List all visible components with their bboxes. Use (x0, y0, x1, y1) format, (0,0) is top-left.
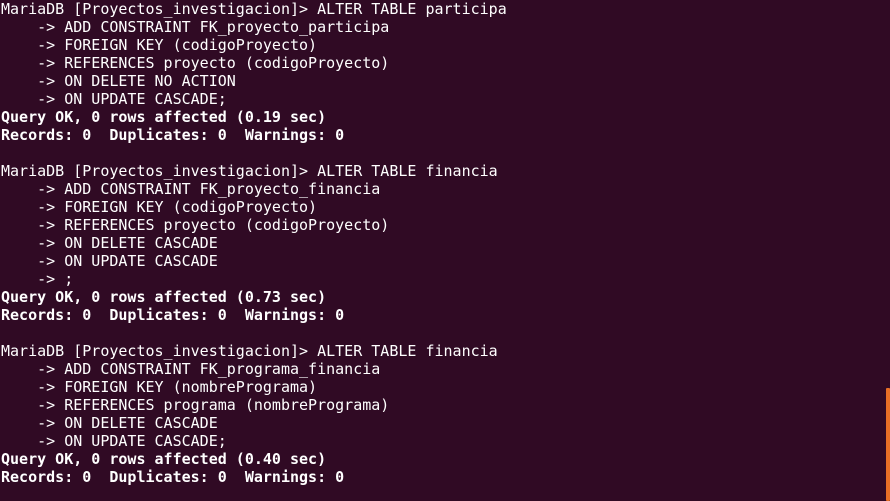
sql-block: MariaDB [Proyectos_investigacion]> ALTER… (0, 0, 884, 144)
sql-block: MariaDB [Proyectos_investigacion]> ALTER… (0, 342, 884, 486)
records-summary: Records: 0 Duplicates: 0 Warnings: 0 (1, 468, 345, 486)
continuation-line: -> ; (1, 270, 74, 288)
query-result: Query OK, 0 rows affected (0.40 sec) (1, 450, 327, 468)
continuation-line: -> ON DELETE NO ACTION (1, 72, 236, 90)
records-summary: Records: 0 Duplicates: 0 Warnings: 0 (1, 126, 345, 144)
continuation-line: -> ON UPDATE CASCADE (1, 252, 218, 270)
query-result: Query OK, 0 rows affected (0.19 sec) (1, 108, 327, 126)
query-result: Query OK, 0 rows affected (0.73 sec) (1, 288, 327, 306)
continuation-line: -> ON DELETE CASCADE (1, 234, 218, 252)
prompt-line: MariaDB [Proyectos_investigacion]> ALTER… (1, 0, 507, 18)
records-summary: Records: 0 Duplicates: 0 Warnings: 0 (1, 306, 345, 324)
sql-block: MariaDB [Proyectos_investigacion]> ALTER… (0, 162, 884, 324)
continuation-line: -> FOREIGN KEY (nombrePrograma) (1, 378, 318, 396)
continuation-line: -> FOREIGN KEY (codigoProyecto) (1, 198, 318, 216)
continuation-line: -> REFERENCES proyecto (codigoProyecto) (1, 216, 390, 234)
continuation-line: -> REFERENCES programa (nombrePrograma) (1, 396, 390, 414)
continuation-line: -> ON UPDATE CASCADE; (1, 90, 227, 108)
continuation-line: -> ADD CONSTRAINT FK_proyecto_financia (1, 180, 381, 198)
continuation-line: -> ON DELETE CASCADE (1, 414, 218, 432)
continuation-line: -> ADD CONSTRAINT FK_programa_financia (1, 360, 381, 378)
continuation-line: -> REFERENCES proyecto (codigoProyecto) (1, 54, 390, 72)
scrollbar-track[interactable] (884, 0, 890, 501)
scrollbar-thumb[interactable] (886, 388, 890, 501)
continuation-line: -> FOREIGN KEY (codigoProyecto) (1, 36, 318, 54)
prompt-line: MariaDB [Proyectos_investigacion]> ALTER… (1, 342, 498, 360)
prompt-line: MariaDB [Proyectos_investigacion]> ALTER… (1, 162, 498, 180)
continuation-line: -> ON UPDATE CASCADE; (1, 432, 227, 450)
terminal-output[interactable]: MariaDB [Proyectos_investigacion]> ALTER… (0, 0, 884, 501)
continuation-line: -> ADD CONSTRAINT FK_proyecto_participa (1, 18, 390, 36)
